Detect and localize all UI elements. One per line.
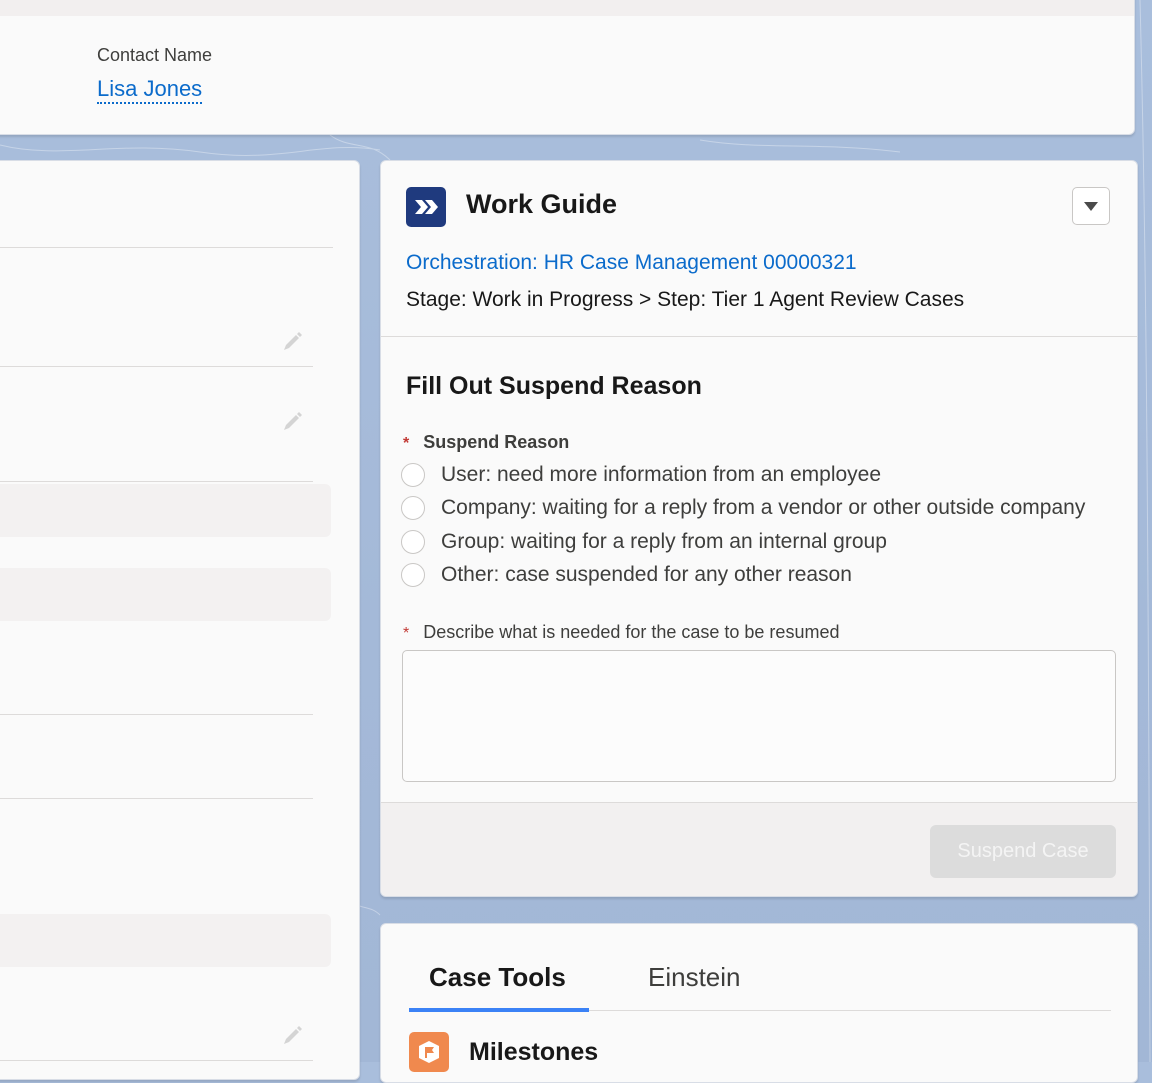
suspend-case-button[interactable]: Suspend Case [930, 825, 1116, 878]
describe-label-text: Describe what is needed for the case to … [423, 622, 840, 642]
case-details-card: s not updated but that [0, 160, 360, 1080]
describe-label: * Describe what is needed for the case to… [403, 622, 839, 643]
radio-option-label: User: need more information from an empl… [441, 463, 882, 486]
radio-button[interactable] [401, 463, 425, 487]
tab-einstein[interactable]: Einstein [648, 962, 741, 993]
suspend-reason-option[interactable]: Group: waiting for a reply from an inter… [401, 530, 887, 554]
field-divider [0, 366, 313, 367]
active-tab-indicator [409, 1008, 589, 1012]
chevrons-right-icon [406, 187, 446, 227]
required-marker: * [403, 435, 410, 452]
readonly-field [0, 914, 331, 967]
suspend-reason-option[interactable]: Other: case suspended for any other reas… [401, 563, 852, 587]
radio-button[interactable] [401, 496, 425, 520]
orchestration-link[interactable]: Orchestration: HR Case Management 000003… [406, 251, 857, 275]
suspend-reason-option[interactable]: User: need more information from an empl… [401, 463, 881, 487]
section-divider [381, 336, 1137, 337]
header-strip [0, 0, 1134, 16]
stage-step-text: Stage: Work in Progress > Step: Tier 1 A… [406, 288, 965, 311]
suspend-reason-label: * Suspend Reason [403, 432, 569, 453]
readonly-field [0, 484, 331, 537]
work-guide-title: Work Guide [466, 189, 618, 219]
contact-name-label: Contact Name [97, 45, 213, 65]
required-marker: * [403, 625, 410, 642]
field-divider [0, 247, 333, 248]
field-divider [0, 1060, 313, 1061]
edit-pencil-icon[interactable] [281, 411, 303, 433]
form-title: Fill Out Suspend Reason [406, 372, 702, 400]
radio-option-label: Other: case suspended for any other reas… [441, 563, 852, 586]
case-tools-card: Case Tools Einstein Milestones [380, 923, 1138, 1083]
work-guide-card: Work Guide Orchestration: HR Case Manage… [380, 160, 1138, 897]
chevron-down-icon [1084, 202, 1098, 211]
milestone-flag-icon [409, 1032, 449, 1072]
describe-textarea[interactable] [402, 650, 1116, 782]
field-divider [0, 714, 313, 715]
radio-button[interactable] [401, 530, 425, 554]
radio-option-label: Company: waiting for a reply from a vend… [441, 496, 1086, 519]
edit-pencil-icon[interactable] [281, 1025, 303, 1047]
radio-option-label: Group: waiting for a reply from an inter… [441, 530, 887, 553]
contact-name-link[interactable]: Lisa Jones [97, 77, 203, 104]
readonly-field [0, 568, 331, 621]
work-guide-footer: Suspend Case [381, 802, 1137, 896]
tab-case-tools[interactable]: Case Tools [429, 962, 566, 993]
suspend-reason-label-text: Suspend Reason [423, 432, 570, 452]
work-guide-menu-button[interactable] [1072, 187, 1110, 225]
edit-pencil-icon[interactable] [281, 331, 303, 353]
milestones-title: Milestones [469, 1038, 599, 1066]
field-divider [0, 481, 313, 482]
suspend-reason-option[interactable]: Company: waiting for a reply from a vend… [401, 496, 1085, 520]
case-header-card: Contact Name Lisa Jones [0, 0, 1135, 135]
field-divider [0, 798, 313, 799]
radio-button[interactable] [401, 563, 425, 587]
